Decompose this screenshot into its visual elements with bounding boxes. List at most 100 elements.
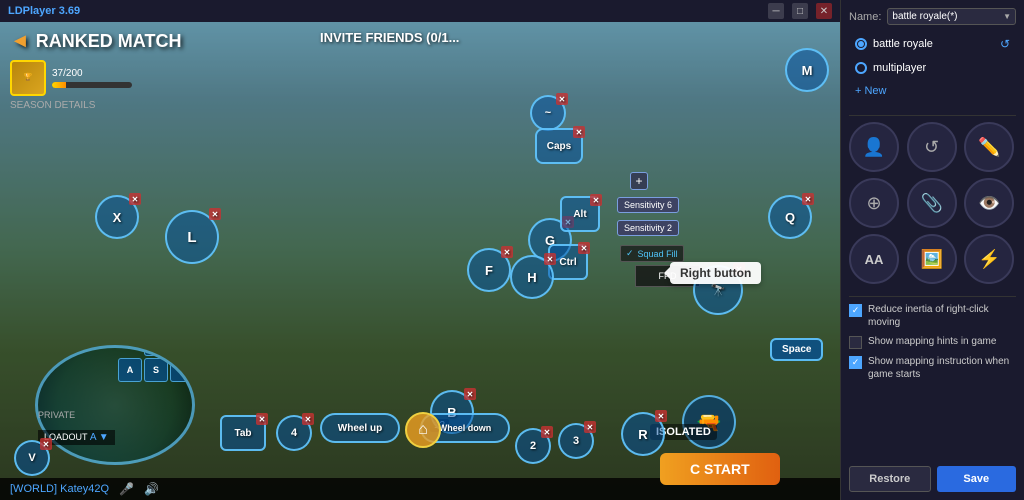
2-key[interactable]: ✕ 2: [515, 428, 551, 464]
3-key[interactable]: ✕ 3: [558, 423, 594, 459]
private-label: PRIVATE: [38, 410, 75, 420]
xp-text: 37/200: [52, 68, 132, 79]
b-close-icon[interactable]: ✕: [464, 388, 476, 400]
right-button-tooltip: Right button: [670, 262, 761, 284]
checkbox-show-hints[interactable]: Show mapping hints in game: [849, 335, 1016, 349]
checkbox-show-instruction-box[interactable]: [849, 356, 862, 369]
tab-key[interactable]: ✕ Tab: [220, 415, 266, 451]
home-icon-area[interactable]: ⌂: [405, 412, 441, 448]
new-profile-label: + New: [855, 85, 887, 97]
eye-icon-btn[interactable]: 👁️: [964, 178, 1014, 228]
ranked-arrow-icon: ◄: [10, 30, 30, 53]
profile-multiplayer[interactable]: multiplayer: [849, 58, 1016, 78]
restore-button[interactable]: □: [792, 3, 808, 19]
side-panel: Name: battle royale(*) ▼ battle royale ↺…: [840, 0, 1024, 500]
panel-divider-1: [849, 115, 1016, 116]
wasd-empty-1: [118, 345, 142, 356]
v-close-icon[interactable]: ✕: [40, 438, 52, 450]
gun-circle[interactable]: 🔫: [682, 395, 736, 449]
mic-icon[interactable]: 🎤: [119, 482, 134, 496]
plus-button[interactable]: +: [630, 172, 648, 190]
ctrl-close-icon[interactable]: ✕: [578, 242, 590, 254]
level-badge: 🏆: [10, 60, 46, 96]
restore-button[interactable]: Restore: [849, 466, 931, 492]
q-key[interactable]: ✕ Q: [768, 195, 812, 239]
paperclip-icon-btn[interactable]: 📎: [907, 178, 957, 228]
squad-fill-label: Squad Fill: [638, 249, 678, 259]
sensitivity-box-1: Sensitivity 6: [617, 197, 679, 213]
dropdown-arrow-icon: ▼: [1003, 12, 1011, 21]
a-key[interactable]: A: [118, 358, 142, 382]
person-icon-btn[interactable]: 👤: [849, 122, 899, 172]
tab-close-icon[interactable]: ✕: [256, 413, 268, 425]
4-key[interactable]: ✕ 4: [276, 415, 312, 451]
s-key[interactable]: S: [144, 358, 168, 382]
minimap: W A S D: [35, 345, 195, 465]
h-key[interactable]: ✕ H: [510, 255, 554, 299]
name-label: Name:: [849, 11, 881, 23]
icon-grid: 👤 ↺ ✏️ ⊕ 📎 👁️ AA 🖼️ ⚡: [849, 122, 1016, 284]
profile-battle-royale[interactable]: battle royale ↺: [849, 33, 1016, 55]
season-details-label: SEASON DETAILS: [10, 100, 95, 111]
sensitivity-box-2: Sensitivity 2: [617, 220, 679, 236]
name-row: Name: battle royale(*) ▼: [849, 8, 1016, 25]
alt-close-icon[interactable]: ✕: [590, 194, 602, 206]
alt-key[interactable]: ✕ Alt: [560, 196, 600, 232]
radio-battle-royale: [855, 38, 867, 50]
q-close-icon[interactable]: ✕: [802, 193, 814, 205]
lightning-icon-btn[interactable]: ⚡: [964, 234, 1014, 284]
caps-close-icon[interactable]: ✕: [573, 126, 585, 138]
minimize-button[interactable]: ─: [768, 3, 784, 19]
speaker-icon[interactable]: 🔊: [144, 482, 159, 496]
new-profile-button[interactable]: + New: [849, 81, 1016, 101]
home-button[interactable]: ⌂: [405, 412, 441, 448]
swap-icon-btn[interactable]: ↺: [907, 122, 957, 172]
x-key[interactable]: ✕ X: [95, 195, 139, 239]
save-button[interactable]: Save: [937, 466, 1017, 492]
game-area: LDPlayer 3.69 ─ □ ✕ ◄ RANKED MATCH 🏆 37/…: [0, 0, 840, 500]
xp-bar-container: 37/200: [52, 68, 132, 88]
name-dropdown[interactable]: battle royale(*) ▼: [887, 8, 1016, 25]
wheelup-key[interactable]: Wheel up: [320, 413, 400, 443]
refresh-icon[interactable]: ↺: [1000, 37, 1010, 51]
panel-btn-row: Restore Save: [849, 458, 1016, 492]
radio-multiplayer: [855, 62, 867, 74]
f-close-icon[interactable]: ✕: [501, 246, 513, 258]
wasd-keys: W A S D: [118, 345, 194, 382]
m-key[interactable]: M: [785, 48, 829, 92]
checkbox-show-instruction-label: Show mapping instruction when game start…: [868, 355, 1016, 381]
checkbox-show-instruction[interactable]: Show mapping instruction when game start…: [849, 355, 1016, 381]
titlebar-controls: ─ □ ✕: [768, 3, 832, 19]
h-close-icon[interactable]: ✕: [544, 253, 556, 265]
r-close-icon[interactable]: ✕: [655, 410, 667, 422]
xp-bar: [52, 82, 132, 88]
c-start-button[interactable]: C START: [660, 453, 780, 485]
tilde-close-icon[interactable]: ✕: [556, 93, 568, 105]
username-text: [WORLD] Katey42Q: [10, 483, 109, 495]
f-key[interactable]: ✕ F: [467, 248, 511, 292]
caps-key[interactable]: ✕ Caps: [535, 128, 583, 164]
aa-icon-btn[interactable]: AA: [849, 234, 899, 284]
invite-friends: INVITE FRIENDS (0/1...: [320, 30, 459, 45]
2-close-icon[interactable]: ✕: [541, 426, 553, 438]
l-key[interactable]: ✕ L: [165, 210, 219, 264]
checkbox-show-hints-box[interactable]: [849, 336, 862, 349]
squad-fill-checkbox[interactable]: ✓ Squad Fill: [620, 245, 684, 262]
space-key[interactable]: Space: [770, 338, 823, 361]
plus-minus-controls[interactable]: +: [630, 172, 648, 190]
checkbox-reduce-inertia[interactable]: Reduce inertia of right-click moving: [849, 303, 1016, 329]
pencil-icon-btn[interactable]: ✏️: [964, 122, 1014, 172]
v-key[interactable]: ✕ V: [14, 440, 50, 476]
close-button[interactable]: ✕: [816, 3, 832, 19]
crosshair-icon-btn[interactable]: ⊕: [849, 178, 899, 228]
l-close-icon[interactable]: ✕: [209, 208, 221, 220]
checkbox-reduce-inertia-box[interactable]: [849, 304, 862, 317]
x-close-icon[interactable]: ✕: [129, 193, 141, 205]
photo-icon-btn[interactable]: 🖼️: [907, 234, 957, 284]
d-key[interactable]: D: [170, 358, 194, 382]
tilde-key[interactable]: ✕ ~: [530, 95, 566, 131]
profile-battle-royale-label: battle royale: [873, 38, 933, 50]
4-close-icon[interactable]: ✕: [302, 413, 314, 425]
r-key[interactable]: ✕ R: [621, 412, 665, 456]
3-close-icon[interactable]: ✕: [584, 421, 596, 433]
